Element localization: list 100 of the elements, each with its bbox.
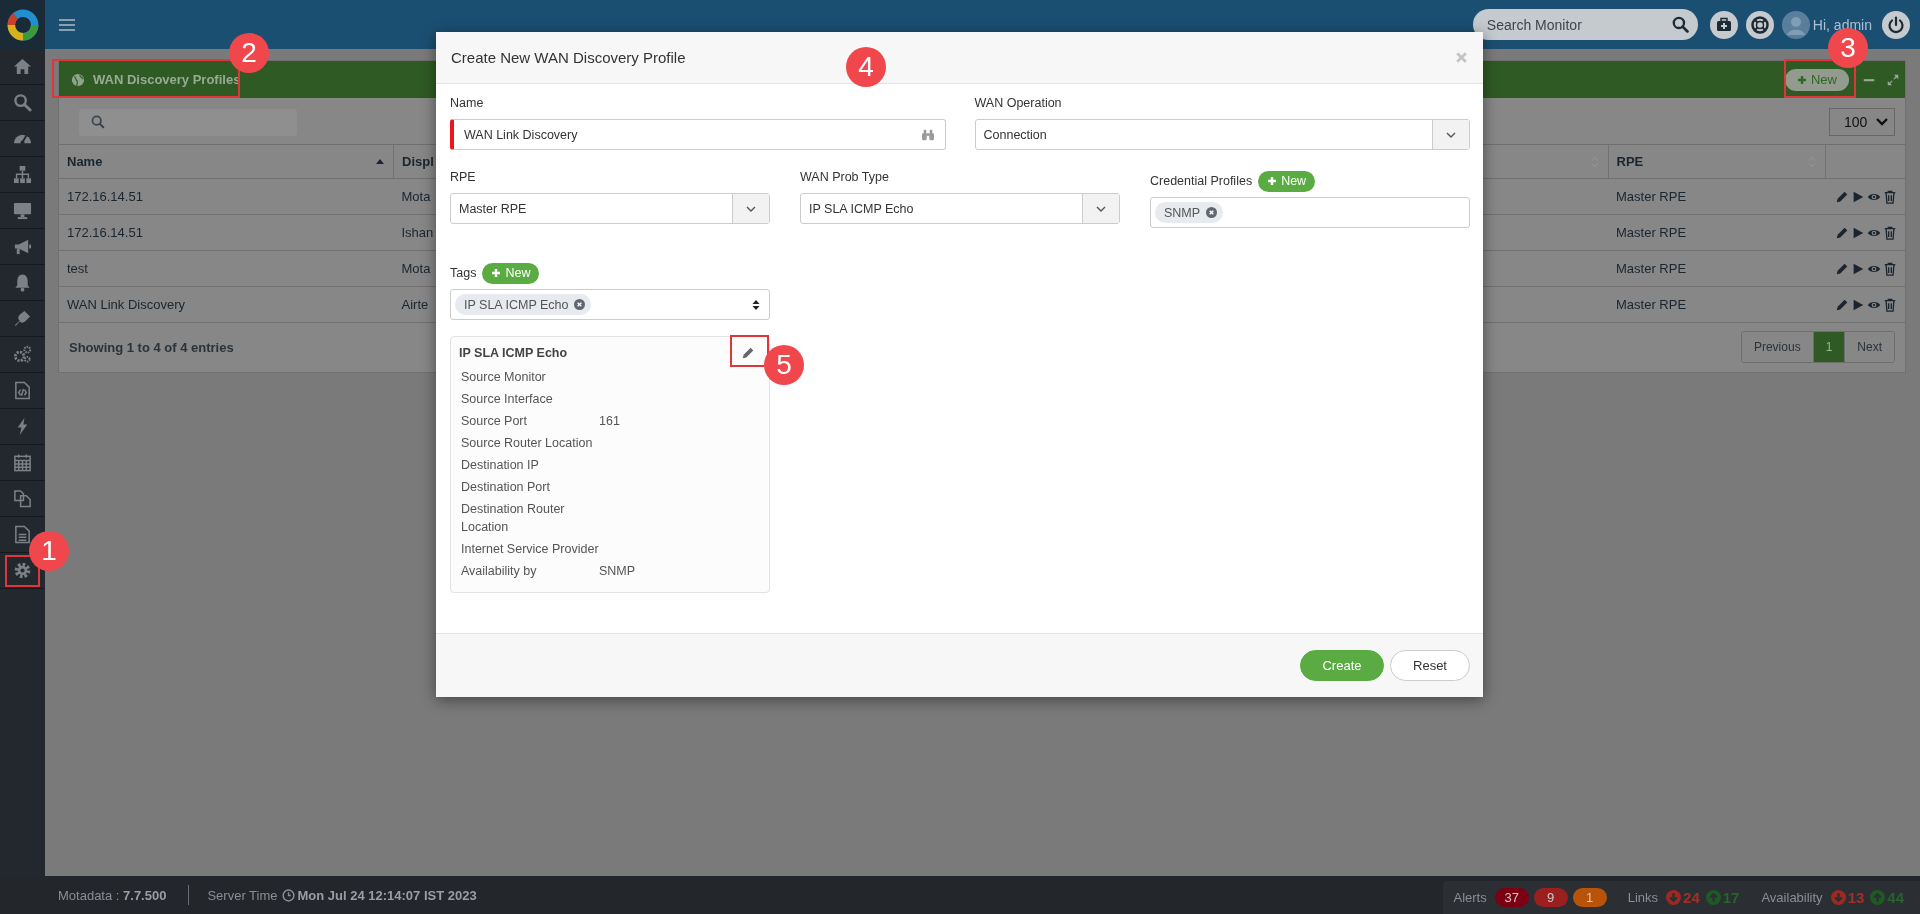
play-icon[interactable] [1851, 298, 1865, 313]
field-label: Tags [450, 266, 477, 280]
down-arrow-icon [1830, 890, 1846, 905]
trash-icon[interactable] [1883, 262, 1897, 277]
pagination-button[interactable]: 1 [1812, 332, 1845, 362]
alert-count[interactable]: 37 [1494, 888, 1529, 907]
column-header[interactable]: Name [59, 144, 394, 179]
power-icon[interactable] [1882, 10, 1910, 39]
name-field[interactable]: WAN Link Discovery [450, 119, 946, 150]
property-label: Source Router Location [461, 435, 594, 452]
lifebuoy-icon[interactable] [1745, 10, 1774, 39]
search-icon[interactable] [1671, 16, 1689, 33]
monitor-icon[interactable] [13, 201, 32, 220]
reset-button[interactable]: Reset [1390, 650, 1470, 681]
trash-icon[interactable] [1883, 190, 1897, 205]
avatar-icon[interactable] [1781, 10, 1810, 39]
tag-chip[interactable]: SNMP [1155, 202, 1224, 223]
play-icon[interactable] [1851, 190, 1865, 205]
property-label: Internet Service Provider [461, 541, 599, 558]
card-title: IP SLA ICMP Echo [459, 346, 568, 360]
server-time-label: Server Time [207, 887, 278, 903]
menu-icon[interactable] [59, 17, 75, 32]
sitemap-icon[interactable] [13, 165, 32, 184]
property-label: Availability by [461, 563, 538, 580]
search-field[interactable]: Search Monitor [1472, 9, 1698, 40]
panel-title: WAN Discovery Profiles [93, 72, 241, 87]
search-icon[interactable] [13, 93, 32, 112]
table-search-field[interactable] [79, 108, 297, 136]
pencil-icon[interactable] [741, 346, 755, 360]
sort-arrows-icon [752, 298, 760, 311]
new-button[interactable]: New [1258, 170, 1316, 192]
remove-icon[interactable] [574, 299, 586, 310]
clock-icon [281, 888, 295, 902]
plus-icon [1267, 176, 1278, 186]
search-icon [91, 115, 105, 129]
create-button[interactable]: Create [1300, 650, 1384, 681]
globe-icon [71, 72, 85, 87]
server-time: Mon Jul 24 12:14:07 IST 2023 [297, 887, 477, 903]
up-arrow-icon [1870, 890, 1886, 905]
new-button[interactable]: New [482, 262, 540, 284]
logo-icon[interactable] [5, 7, 40, 42]
chevron-down-icon [1096, 205, 1106, 212]
rpe-select[interactable]: Master RPE [450, 193, 770, 224]
credential-profiles-field[interactable]: SNMP [1150, 197, 1470, 228]
pencil-icon[interactable] [1835, 226, 1849, 241]
probe-type-select[interactable]: IP SLA ICMP Echo [800, 193, 1120, 224]
new-button[interactable]: New [1785, 68, 1849, 91]
bullhorn-icon[interactable] [13, 237, 32, 256]
step-marker: 1 [29, 531, 69, 571]
alert-count[interactable]: 1 [1572, 888, 1607, 907]
table-cell: WAN Link Discovery [59, 286, 394, 323]
table-cell: Master RPE [1608, 250, 1825, 287]
links-label: Links [1627, 890, 1659, 905]
tags-field[interactable]: IP SLA ICMP Echo [450, 289, 770, 320]
trash-icon[interactable] [1883, 226, 1897, 241]
expand-icon[interactable] [1886, 72, 1900, 87]
table-cell: 172.16.14.51 [59, 178, 394, 215]
chevron-down-icon [1446, 131, 1456, 138]
calendar-icon[interactable] [13, 453, 32, 472]
alert-count[interactable]: 9 [1533, 888, 1568, 907]
wan-operation-select[interactable]: Connection [974, 119, 1470, 150]
property-value: SNMP [599, 563, 636, 580]
version-label: Motadata : 7.7.500 [58, 887, 167, 903]
table-cell: test [59, 250, 394, 287]
code-file-icon[interactable] [13, 381, 32, 400]
pencil-icon[interactable] [1835, 262, 1849, 277]
page-size-select[interactable]: 100 [1829, 108, 1895, 136]
gear-icon[interactable] [13, 561, 32, 580]
play-icon[interactable] [1851, 262, 1865, 277]
chevron-down-icon [1876, 118, 1888, 126]
bell-icon[interactable] [13, 273, 32, 292]
property-label: Source Monitor [461, 369, 547, 386]
property-label: Source Interface [461, 391, 554, 408]
pencil-icon[interactable] [1835, 298, 1849, 313]
property-label: Source Port [461, 413, 528, 430]
column-header[interactable]: RPE [1608, 144, 1825, 179]
pagination-button[interactable]: Next [1844, 332, 1894, 362]
home-icon[interactable] [13, 57, 32, 76]
trash-icon[interactable] [1883, 298, 1897, 313]
play-icon[interactable] [1851, 226, 1865, 241]
plus-icon [1797, 74, 1807, 85]
medical-kit-icon[interactable] [1709, 10, 1738, 39]
binoculars-icon[interactable] [920, 128, 935, 141]
availability-label: Availability [1761, 890, 1823, 905]
copy-icon[interactable] [13, 489, 32, 508]
document-icon[interactable] [13, 525, 32, 544]
tag-chip[interactable]: IP SLA ICMP Echo [455, 294, 592, 315]
up-arrow-icon [1705, 890, 1721, 905]
table-cell: Master RPE [1608, 178, 1825, 215]
dialog-title: Create New WAN Discovery Profile [451, 49, 687, 66]
property-label: Destination Router Location [461, 501, 566, 536]
pencil-icon[interactable] [1835, 190, 1849, 205]
remove-icon[interactable] [1206, 207, 1218, 218]
table-cell: Master RPE [1608, 286, 1825, 323]
property-value: 161 [599, 413, 620, 430]
field-label: WAN Operation [974, 96, 1063, 110]
field-label: Name [450, 96, 485, 110]
alerts-label: Alerts [1453, 890, 1487, 905]
chevron-down-icon [746, 205, 756, 212]
plus-icon [491, 268, 502, 278]
